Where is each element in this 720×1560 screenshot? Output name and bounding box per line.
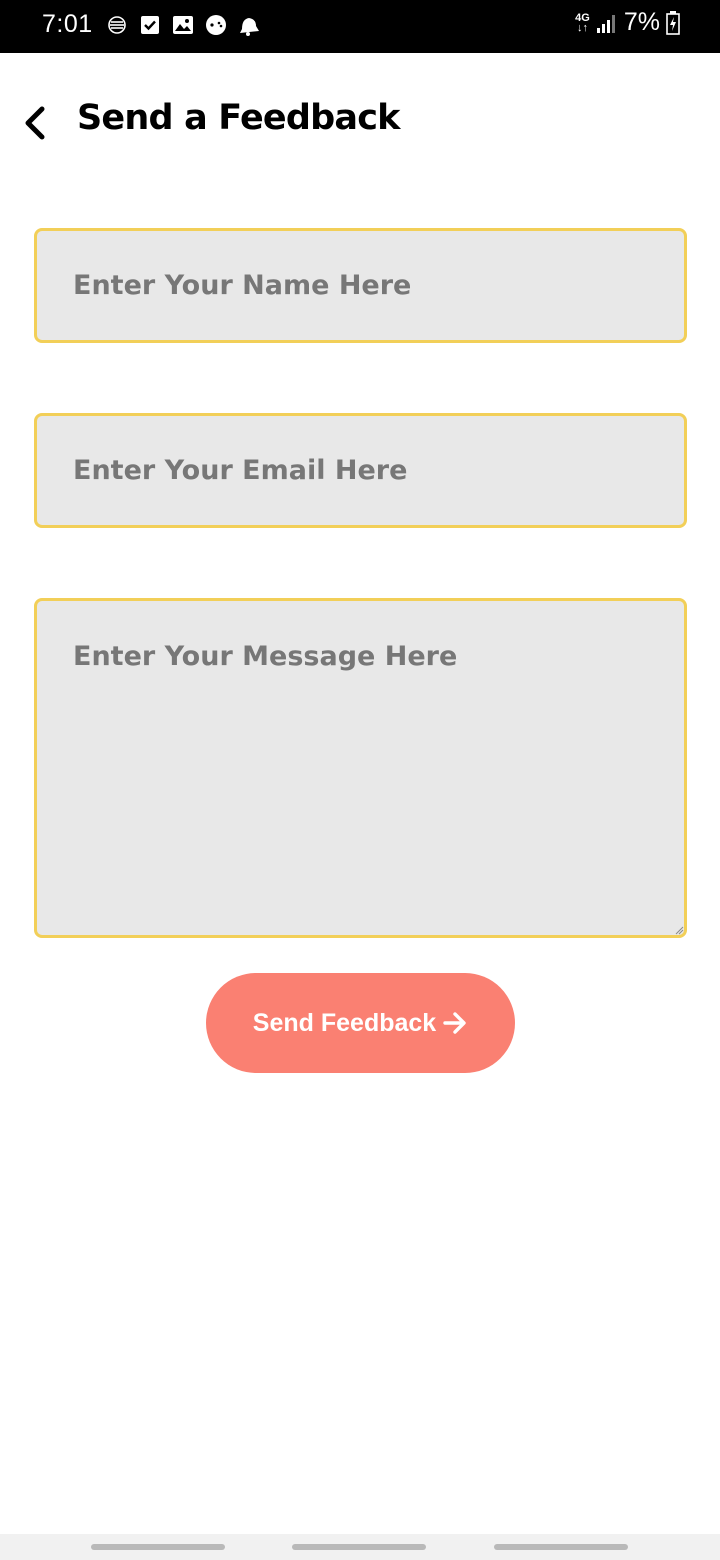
gallery-icon [173,16,193,34]
system-nav-bar [0,1534,720,1560]
status-system-icons: 4G ↓↑ 7% [575,8,680,37]
send-feedback-label: Send Feedback [252,1008,437,1037]
message-textarea[interactable] [34,598,687,938]
send-feedback-button[interactable]: Send Feedback [206,973,515,1073]
back-button[interactable] [12,100,58,146]
nav-recents-button[interactable] [91,1544,225,1550]
check-icon [141,16,159,34]
name-input[interactable] [34,228,687,343]
battery-percent: 7% [623,8,660,36]
page-title: Send a Feedback [77,98,400,138]
notification-icon [108,16,126,34]
battery-icon [666,10,680,35]
chevron-left-icon [25,106,45,140]
network-type: 4G ↓↑ [575,12,590,34]
email-input[interactable] [34,413,687,528]
status-bar: 7:01 4G ↓↑ 7% [0,0,720,53]
status-time: 7:01 [42,10,93,38]
nav-back-button[interactable] [494,1544,628,1550]
game-icon [206,15,226,35]
nav-home-button[interactable] [292,1544,426,1550]
bell-icon [240,18,259,36]
signal-icon [596,14,615,33]
resize-handle-icon[interactable] [674,925,684,935]
status-notification-icons [105,13,261,37]
arrow-right-icon [443,1012,466,1034]
data-arrows-icon: ↓↑ [577,21,589,34]
